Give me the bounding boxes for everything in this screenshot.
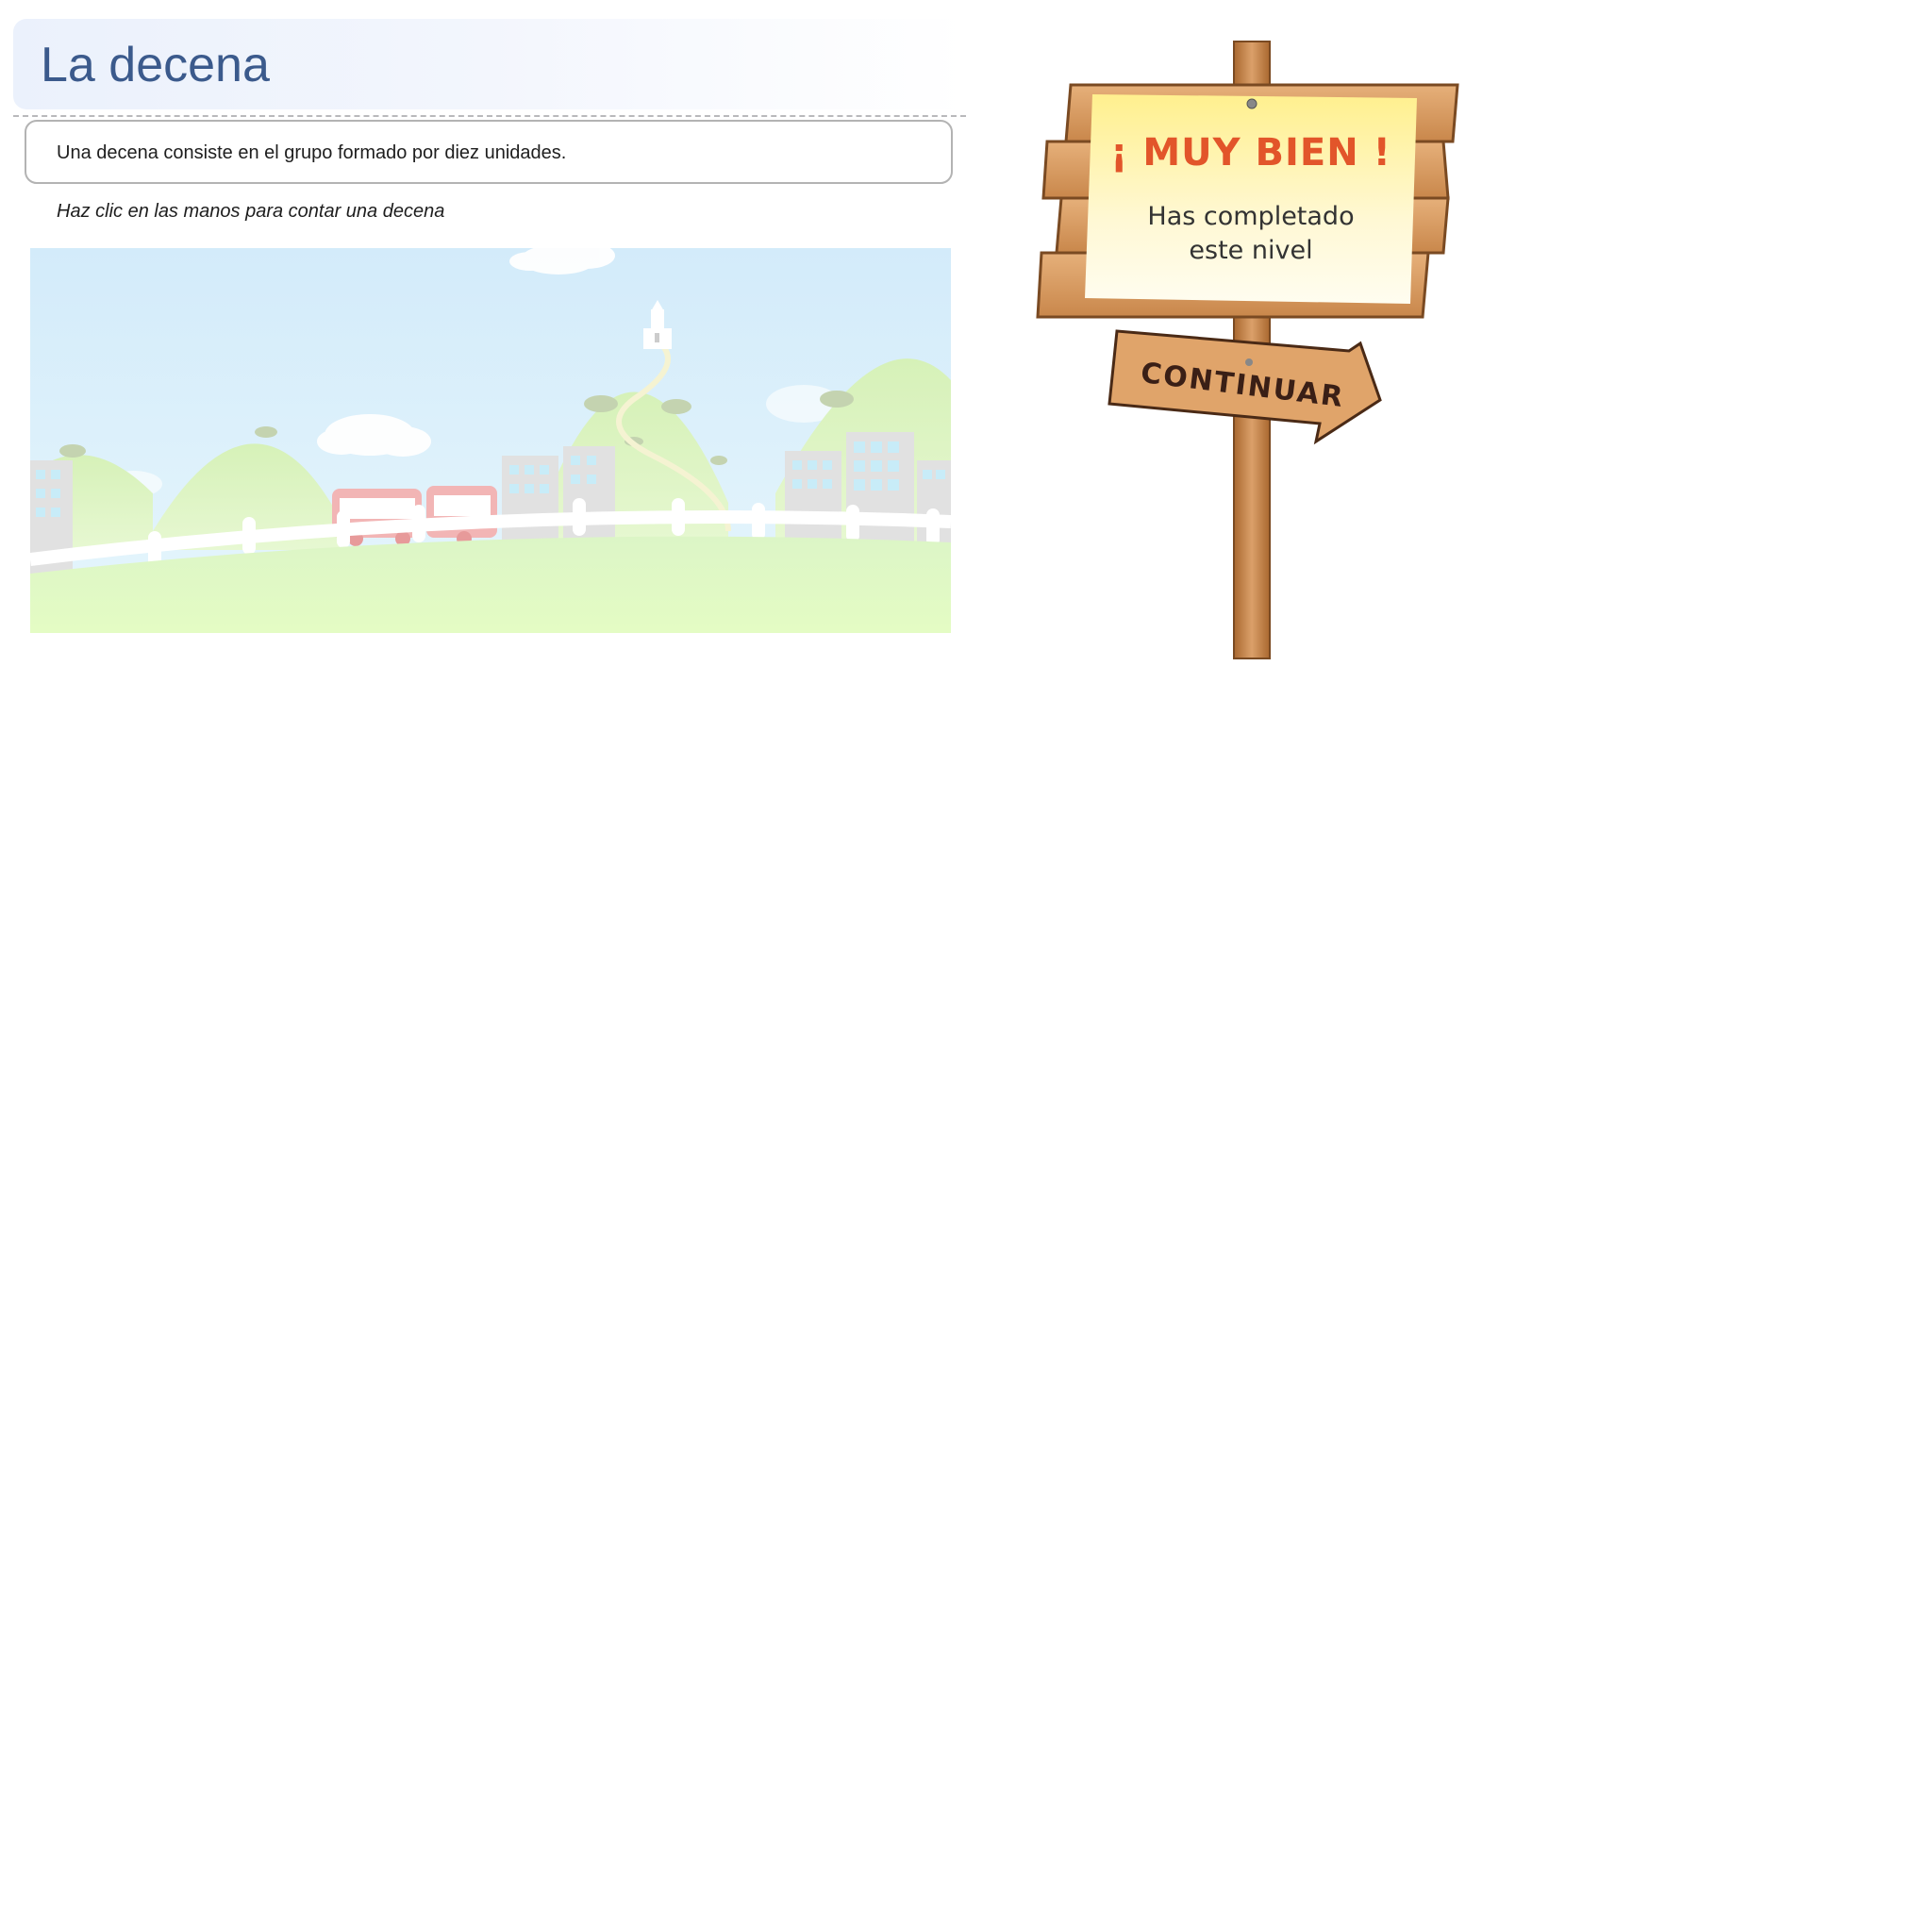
header-divider (13, 115, 966, 117)
pin-icon (1246, 98, 1257, 109)
page-header: La decena (13, 19, 966, 109)
definition-box: Una decena consiste en el grupo formado … (25, 120, 953, 184)
app-root: La decena Una decena consiste en el grup… (0, 0, 1932, 1932)
sign-subtitle-line1: Has completado (1147, 202, 1354, 231)
page-title: La decena (41, 38, 270, 92)
landscape-scene (30, 248, 951, 633)
note-paper (1085, 94, 1417, 304)
instruction-text: Haz clic en las manos para contar una de… (57, 201, 445, 222)
success-signpost: ¡ MUY BIEN ! Has completado este nivel C… (1036, 41, 1459, 659)
pin-icon (1245, 358, 1253, 366)
definition-text: Una decena consiste en el grupo formado … (57, 142, 567, 163)
sign-subtitle-line2: este nivel (1189, 236, 1312, 265)
sign-title: ¡ MUY BIEN ! (1110, 131, 1391, 175)
